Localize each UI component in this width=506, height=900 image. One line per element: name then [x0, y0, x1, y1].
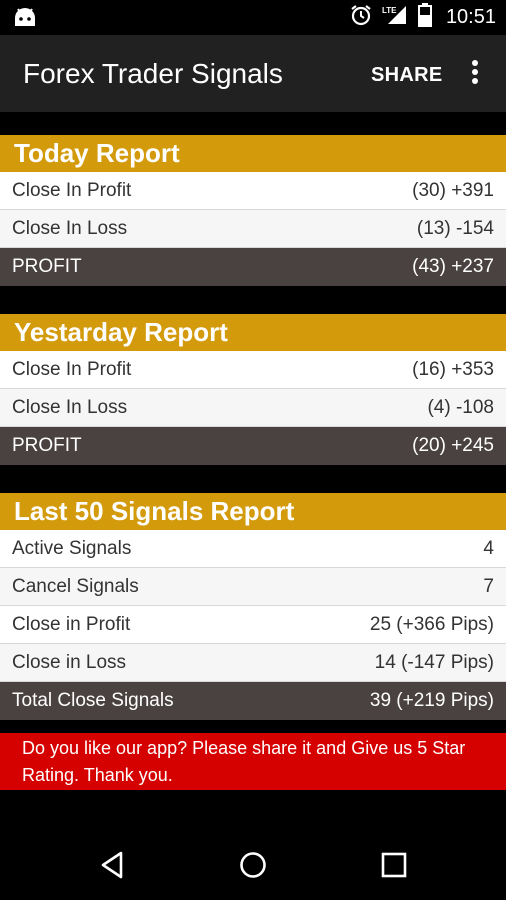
report-row: Active Signals 4 — [0, 530, 506, 568]
row-value: (30) +391 — [412, 179, 494, 201]
total-label: PROFIT — [12, 256, 82, 277]
row-value: 4 — [483, 537, 494, 559]
row-label: Close in Loss — [12, 651, 127, 673]
section-header: Today Report — [0, 135, 506, 172]
total-value: 39 (+219 Pips) — [369, 690, 494, 711]
report-row: Close in Loss 14 (-147 Pips) — [0, 644, 506, 682]
row-value: (4) -108 — [427, 396, 494, 418]
overflow-menu-icon[interactable] — [462, 57, 488, 93]
battery-icon — [417, 3, 432, 32]
today-report-section: Today Report Close In Profit (30) +391 C… — [0, 135, 506, 286]
report-row: Close In Profit (30) +391 — [0, 172, 506, 210]
rate-app-banner[interactable]: Do you like our app? Please share it and… — [0, 733, 506, 790]
last50-report-section: Last 50 Signals Report Active Signals 4 … — [0, 493, 506, 720]
app-bar: Forex Trader Signals SHARE — [0, 35, 506, 112]
row-label: Active Signals — [12, 537, 132, 559]
back-icon[interactable] — [98, 850, 128, 880]
report-row: Close in Profit 25 (+366 Pips) — [0, 606, 506, 644]
row-label: Cancel Signals — [12, 575, 139, 597]
alarm-icon — [350, 4, 372, 31]
report-row: Cancel Signals 7 — [0, 568, 506, 606]
total-label: PROFIT — [12, 435, 82, 456]
yesterday-report-section: Yestarday Report Close In Profit (16) +3… — [0, 314, 506, 465]
row-value: 14 (-147 Pips) — [374, 651, 494, 673]
total-value: (43) +237 — [412, 256, 494, 277]
row-label: Close In Profit — [12, 179, 132, 201]
row-label: Close In Loss — [12, 217, 128, 239]
status-time: 10:51 — [445, 6, 496, 28]
total-label: Total Close Signals — [12, 690, 174, 711]
section-header: Last 50 Signals Report — [0, 493, 506, 530]
total-row: PROFIT (20) +245 — [0, 427, 506, 465]
status-bar: LTE 10:51 — [0, 0, 506, 35]
share-button[interactable]: SHARE — [371, 64, 443, 87]
report-row: Close In Profit (16) +353 — [0, 351, 506, 389]
svg-text:LTE: LTE — [382, 6, 397, 15]
home-icon[interactable] — [238, 850, 268, 880]
recents-icon[interactable] — [379, 850, 409, 880]
navigation-bar — [0, 828, 506, 900]
row-value: (13) -154 — [416, 217, 494, 239]
app-title: Forex Trader Signals — [23, 58, 283, 89]
report-row: Close In Loss (4) -108 — [0, 389, 506, 427]
row-value: (16) +353 — [412, 358, 494, 380]
row-value: 7 — [483, 575, 494, 597]
total-row: Total Close Signals 39 (+219 Pips) — [0, 682, 506, 720]
row-value: 25 (+366 Pips) — [369, 613, 494, 635]
row-label: Close in Profit — [12, 613, 131, 635]
report-row: Close In Loss (13) -154 — [0, 210, 506, 248]
total-row: PROFIT (43) +237 — [0, 248, 506, 286]
total-value: (20) +245 — [412, 435, 494, 456]
row-label: Close In Loss — [12, 396, 128, 418]
row-label: Close In Profit — [12, 358, 132, 380]
section-header: Yestarday Report — [0, 314, 506, 351]
lte-signal-icon: LTE — [382, 4, 408, 31]
android-icon — [12, 6, 38, 33]
